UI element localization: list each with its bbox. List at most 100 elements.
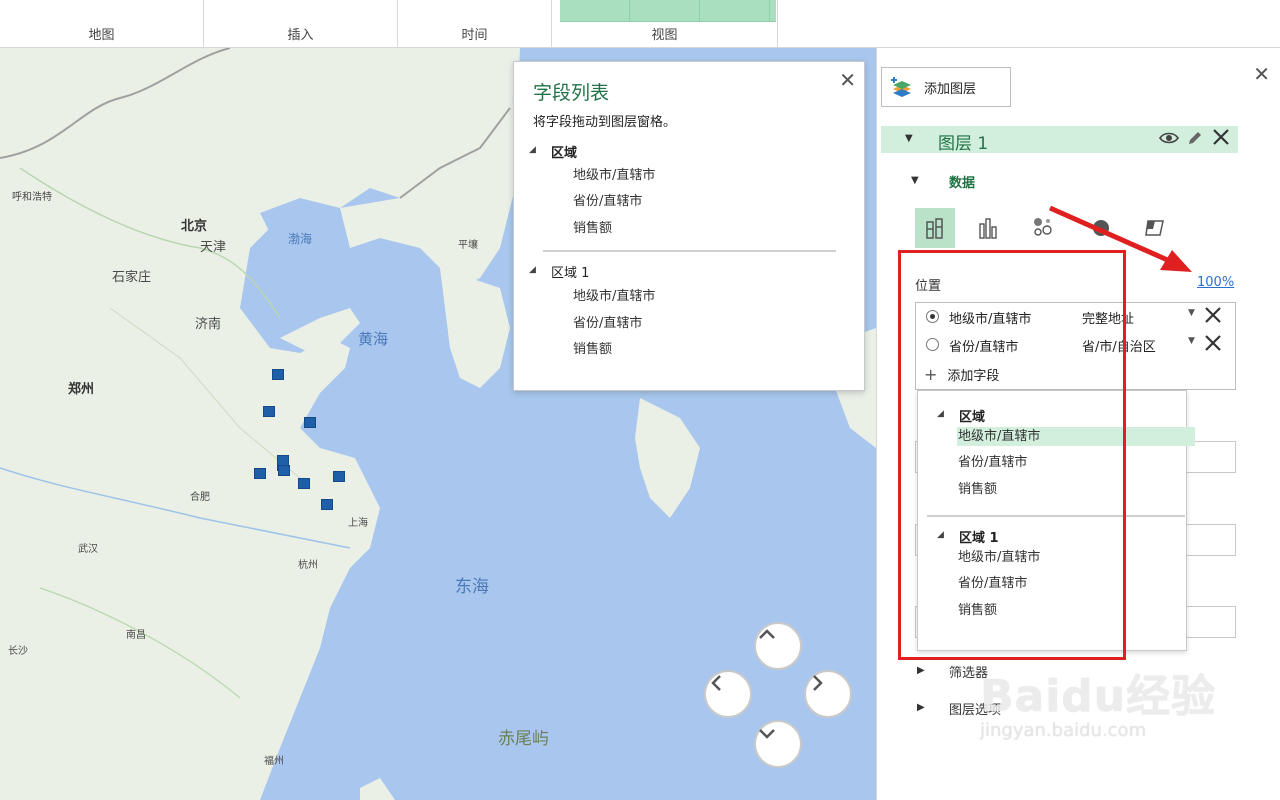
data-section-label: 数据 <box>949 176 976 191</box>
field-list-description: 将字段拖动到图层窗格。 <box>533 115 677 130</box>
sea-label: 渤海 <box>288 232 313 246</box>
dropdown-group-header[interactable]: ◢ 区域 <box>937 406 986 425</box>
collapse-triangle-icon[interactable]: ◢ <box>529 145 536 155</box>
divider <box>543 250 836 252</box>
location-field-row: 省份/直辖市 省/市/自治区 ▼ <box>916 332 1235 358</box>
field-item[interactable]: 省份/直辖市 <box>573 312 642 331</box>
data-marker[interactable] <box>272 369 284 380</box>
location-field-row: 地级市/直辖市 完整地址 ▼ <box>916 304 1235 330</box>
dropdown-arrow-icon[interactable]: ▼ <box>1188 336 1195 346</box>
collapse-triangle-icon[interactable]: ◢ <box>529 265 536 275</box>
city-label: 天津 <box>200 240 227 255</box>
field-list-title: 字段列表 <box>533 82 610 104</box>
dropdown-group-header[interactable]: ◢ 区域 1 <box>937 527 999 546</box>
pan-down-button[interactable] <box>754 720 802 768</box>
app-window: 地图 插入 时间 视图 呼和浩特 北京 天津 石家庄 济南 郑州 合肥 上海 杭… <box>0 0 1280 800</box>
field-item[interactable]: 地级市/直辖市 <box>573 164 655 183</box>
data-marker[interactable] <box>278 465 290 476</box>
dropdown-item[interactable]: 省份/直辖市 <box>957 453 1195 472</box>
dropdown-item[interactable]: 省份/直辖市 <box>957 574 1195 593</box>
collapse-triangle-icon[interactable]: ◢ <box>937 409 944 419</box>
heat-map-button[interactable] <box>1081 208 1121 248</box>
sea-label: 黄海 <box>358 330 389 348</box>
dropdown-item[interactable]: 销售额 <box>957 480 1195 499</box>
add-field-button[interactable]: + 添加字段 <box>924 365 999 384</box>
add-layer-button[interactable]: 添加图层 <box>881 67 1011 107</box>
field-list-panel: 字段列表 ✕ 将字段拖动到图层窗格。 ◢ 区域 地级市/直辖市 省份/直辖市 销… <box>513 61 865 391</box>
expand-triangle-icon[interactable]: ▼ <box>911 175 919 186</box>
clustered-column-chart-button[interactable] <box>969 208 1009 248</box>
data-marker[interactable] <box>263 406 275 417</box>
city-label: 杭州 <box>298 560 318 571</box>
data-marker[interactable] <box>333 471 345 482</box>
ribbon-group-label: 地图 <box>88 28 115 43</box>
layer-header[interactable]: ▼ 图层 1 <box>881 126 1238 154</box>
city-label: 南昌 <box>126 630 146 641</box>
field-item[interactable]: 省份/直辖市 <box>573 190 642 209</box>
field-type-select[interactable]: 省/市/自治区 <box>1082 336 1156 355</box>
add-field-label: 添加字段 <box>947 369 1000 384</box>
dropdown-item[interactable]: 地级市/直辖市 <box>957 427 1195 446</box>
data-marker[interactable] <box>321 499 333 510</box>
dropdown-item[interactable]: 地级市/直辖市 <box>957 548 1195 567</box>
dropdown-group-name: 区域 <box>959 410 986 425</box>
field-item[interactable]: 地级市/直辖市 <box>573 285 655 304</box>
divider <box>927 515 1185 517</box>
ribbon-group-time: 时间 <box>398 0 552 47</box>
eye-icon[interactable] <box>1159 130 1179 150</box>
view-buttons-strip[interactable] <box>560 0 776 22</box>
close-icon[interactable]: ✕ <box>839 68 856 92</box>
add-layer-icon <box>891 77 911 97</box>
region-icon <box>1145 220 1164 236</box>
layer-options-section-label: 图层选项 <box>949 703 1002 718</box>
expand-triangle-icon[interactable]: ▼ <box>905 133 913 144</box>
field-group-header[interactable]: ◢ 区域 <box>529 142 578 161</box>
field-item[interactable]: 销售额 <box>573 338 612 357</box>
pan-left-button[interactable] <box>704 670 752 718</box>
layer-pane: ✕ 添加图层 ▼ 图层 1 ▼ 数据 位置 100% 地级市/直辖市 完整地址 … <box>876 48 1280 800</box>
add-field-dropdown: ◢ 区域 地级市/直辖市 省份/直辖市 销售额 ◢ 区域 1 地级市/直辖市 省… <box>917 390 1195 651</box>
region-map-button[interactable] <box>1135 208 1175 248</box>
field-group-header[interactable]: ◢ 区域 1 <box>529 262 589 281</box>
add-layer-label: 添加图层 <box>924 81 977 97</box>
field-group-name: 区域 <box>551 146 578 161</box>
city-label: 合肥 <box>190 492 210 503</box>
chevron-up-icon <box>759 629 775 639</box>
chevron-left-icon <box>711 675 721 691</box>
pan-right-button[interactable] <box>804 670 852 718</box>
delete-icon[interactable] <box>1211 127 1231 151</box>
layer-options-section-header[interactable]: ▶ 图层选项 <box>917 699 1001 718</box>
pan-up-button[interactable] <box>754 622 802 670</box>
expand-triangle-icon[interactable]: ▶ <box>917 665 925 676</box>
position-label: 位置 <box>915 279 942 294</box>
data-marker[interactable] <box>304 417 316 428</box>
city-label: 北京 <box>181 219 208 234</box>
field-type-select[interactable]: 完整地址 <box>1082 308 1134 327</box>
field-radio[interactable] <box>926 338 939 351</box>
field-radio[interactable] <box>926 310 939 323</box>
dropdown-item[interactable]: 销售额 <box>957 601 1195 620</box>
data-marker[interactable] <box>298 478 310 489</box>
collapse-triangle-icon[interactable]: ◢ <box>937 530 944 540</box>
dropdown-group-name: 区域 1 <box>959 531 999 546</box>
filter-section-header[interactable]: ▶ 筛选器 <box>917 662 988 681</box>
ribbon-group-label: 时间 <box>461 28 488 43</box>
field-item[interactable]: 销售额 <box>573 217 612 236</box>
stacked-column-chart-button[interactable] <box>915 208 955 248</box>
heat-map-icon <box>1093 220 1109 236</box>
field-name: 省份/直辖市 <box>949 340 1019 355</box>
pencil-icon[interactable] <box>1187 130 1203 150</box>
remove-field-icon[interactable] <box>1203 304 1223 329</box>
data-section-header[interactable]: ▼ 数据 <box>911 172 976 191</box>
remove-field-icon[interactable] <box>1203 332 1223 357</box>
confidence-percent-link[interactable]: 100% <box>1197 275 1234 290</box>
location-fields-box: 地级市/直辖市 完整地址 ▼ 省份/直辖市 省/市/自治区 ▼ + 添加字段 <box>915 302 1236 390</box>
ribbon-group-insert: 插入 <box>204 0 398 47</box>
layer-name: 图层 1 <box>938 134 989 154</box>
data-marker[interactable] <box>254 468 266 479</box>
expand-triangle-icon[interactable]: ▶ <box>917 702 925 713</box>
bubble-chart-button[interactable] <box>1023 208 1063 248</box>
bubble-icon <box>1034 218 1052 236</box>
dropdown-arrow-icon[interactable]: ▼ <box>1188 308 1195 318</box>
close-icon[interactable]: ✕ <box>1253 62 1270 86</box>
